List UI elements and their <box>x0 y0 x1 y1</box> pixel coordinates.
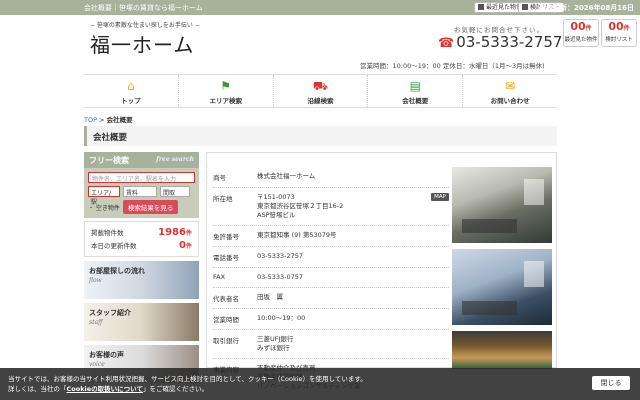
cookie-banner: 当サイトでは、お客様の当サイト利用状況把握、サービス向上検討を目的として、クッキ… <box>0 368 640 400</box>
mail-icon: ✉ <box>505 79 516 93</box>
info-value: 株式会社福一ホーム <box>257 172 449 182</box>
breadcrumb-top-link[interactable]: TOP <box>84 116 97 124</box>
info-row: FAX 03-5333-0757 <box>213 268 449 288</box>
breadcrumb-current: 会社概要 <box>106 116 133 124</box>
info-row: 代表者名 田坂 翼 <box>213 288 449 309</box>
info-row: 取引銀行 三菱UFJ銀行 みずほ銀行 <box>213 330 449 359</box>
info-value-line: 株式会社福一ホーム <box>257 172 316 180</box>
clock-icon <box>478 4 484 10</box>
review-count-box[interactable]: 00件 検討リスト <box>601 19 637 47</box>
nav-contact[interactable]: ✉ お問い合わせ <box>463 75 557 107</box>
nav-line-search[interactable]: ⛟ 沿線検索 <box>274 75 369 107</box>
info-row: 電話番号 03-5333-2757 <box>213 247 449 268</box>
cookie-text: 当サイトでは、お客様の当サイト利用状況把握、サービス向上検討を目的として、クッキ… <box>8 375 367 383</box>
info-value: 10:00〜19：00 <box>257 314 449 324</box>
free-search-header: フリー検索 free search <box>84 152 199 168</box>
nav-company[interactable]: ▤ 会社概要 <box>368 75 464 107</box>
info-value-line: 三菱UFJ銀行 <box>257 335 294 343</box>
site-title: 会社概要｜笹塚の賃貸なら福一ホーム <box>84 4 203 12</box>
search-submit-button[interactable]: 検索結果を見る <box>122 200 179 214</box>
info-value-line: 〒151-0073 <box>257 193 295 201</box>
info-value-line: ASP笹塚ビル <box>257 211 296 219</box>
office-photo-3 <box>452 331 552 369</box>
banner-staff[interactable]: スタッフ紹介 staff <box>84 303 199 341</box>
info-value: 03-5333-0757 <box>257 273 449 282</box>
page-title: 会社概要 <box>84 126 557 146</box>
sidebar: フリー検索 free search 物件名、エリア名、駅名を入力 エリア/駅 賃… <box>84 152 199 383</box>
info-value: 三菱UFJ銀行 みずほ銀行 <box>257 335 449 353</box>
map-icon: ⚑ <box>220 79 232 93</box>
price-select[interactable]: 賃料 <box>123 186 157 197</box>
info-key: 営業時間 <box>213 316 239 324</box>
top-bar: 会社概要｜笹塚の賃貸なら福一ホーム 最近見た物件 検討リスト 最終更新：2026… <box>0 0 640 15</box>
phone-icon: ☎ <box>438 36 455 51</box>
logo[interactable]: 福一ホーム <box>90 29 194 58</box>
info-value: 東京都知事 (9) 第53079号 <box>257 231 449 241</box>
info-value-line: 東京都渋谷区笹塚２丁目16-2 <box>257 202 344 210</box>
info-key: 電話番号 <box>213 254 239 262</box>
nav-top[interactable]: ⌂ トップ <box>84 75 179 107</box>
list-icon <box>522 4 528 10</box>
info-value: 〒151-0073 東京都渋谷区笹塚２丁目16-2 ASP笹塚ビル <box>257 193 449 220</box>
info-key: 代表者名 <box>213 295 239 303</box>
cookie-close-button[interactable]: 閉じる <box>592 376 630 390</box>
nav-area-search[interactable]: ⚑ エリア検索 <box>179 75 274 107</box>
info-row: 商号 株式会社福一ホーム <box>213 167 449 188</box>
info-row: 営業時間 10:00〜19：00 <box>213 309 449 330</box>
office-photo-1 <box>452 167 552 243</box>
today-update-count: 0 <box>179 240 186 251</box>
train-icon: ⛟ <box>312 79 329 93</box>
free-search-panel: 物件名、エリア名、駅名を入力 エリア/駅 賃料 間取 ・ 空き物件 検索結果を見… <box>84 168 199 218</box>
info-value-line: 03-5333-2757 <box>257 252 304 260</box>
cookie-policy-link[interactable]: Cookieの取扱いについて <box>67 385 143 393</box>
info-value-line: 10:00〜19：00 <box>257 314 306 322</box>
listed-count: 1986 <box>158 227 186 238</box>
info-key: 取引銀行 <box>213 337 239 345</box>
property-stats: 掲載物件数 1986件 本日の更新件数 0件 <box>84 221 199 257</box>
document-icon: ▤ <box>409 79 421 93</box>
info-value-line: 田坂 翼 <box>257 293 283 301</box>
banner-flow[interactable]: お部屋探しの流れ flow <box>84 261 199 299</box>
company-info-table: 商号 株式会社福一ホーム所在地 〒151-0073 東京都渋谷区笹塚２丁目16-2 AS… <box>213 167 449 397</box>
company-info-panel: 商号 株式会社福一ホーム所在地 〒151-0073 東京都渋谷区笹塚２丁目16-2 AS… <box>206 152 557 397</box>
info-row: 所在地 〒151-0073 東京都渋谷区笹塚２丁目16-2 ASP笹塚ビル MAP <box>213 188 449 226</box>
info-key: FAX <box>213 273 226 281</box>
area-station-select[interactable]: エリア/駅 <box>88 186 120 206</box>
breadcrumb: TOP > 会社概要 <box>84 116 133 124</box>
search-input[interactable]: 物件名、エリア名、駅名を入力 <box>88 172 195 183</box>
info-value-line: みずほ銀行 <box>257 344 290 352</box>
info-value-line: 東京都知事 (9) 第53079号 <box>257 231 337 239</box>
info-value: 03-5333-2757 <box>257 252 449 262</box>
info-key: 免許番号 <box>213 233 239 241</box>
last-updated: 最終更新：2026年08月16日 <box>539 4 634 12</box>
info-value-line: 03-5333-0757 <box>257 273 304 281</box>
logo-tagline: − 笹塚の素敵な住まい探しをお手伝い − <box>90 22 200 29</box>
office-photo-2 <box>452 249 552 325</box>
business-hours: 営業時間：10:00〜19：00 定休日：水曜日（1月〜3月は無休) <box>360 62 545 70</box>
info-row: 免許番号 東京都知事 (9) 第53079号 <box>213 226 449 247</box>
phone-number[interactable]: ☎ 03-5333-2757 <box>438 33 562 51</box>
info-value: 田坂 翼 <box>257 293 449 303</box>
house-icon: ⌂ <box>127 79 135 93</box>
recent-count-box[interactable]: 00件 最近見た物件 <box>563 19 599 47</box>
info-key: 所在地 <box>213 195 233 203</box>
vacant-only-checkbox[interactable]: ・ 空き物件 <box>88 203 120 212</box>
map-button[interactable]: MAP <box>431 193 449 201</box>
main-nav: ⌂ トップ ⚑ エリア検索 ⛟ 沿線検索 ▤ 会社概要 ✉ お問い合わせ <box>84 74 557 108</box>
info-key: 商号 <box>213 174 226 182</box>
layout-select[interactable]: 間取 <box>160 186 190 197</box>
